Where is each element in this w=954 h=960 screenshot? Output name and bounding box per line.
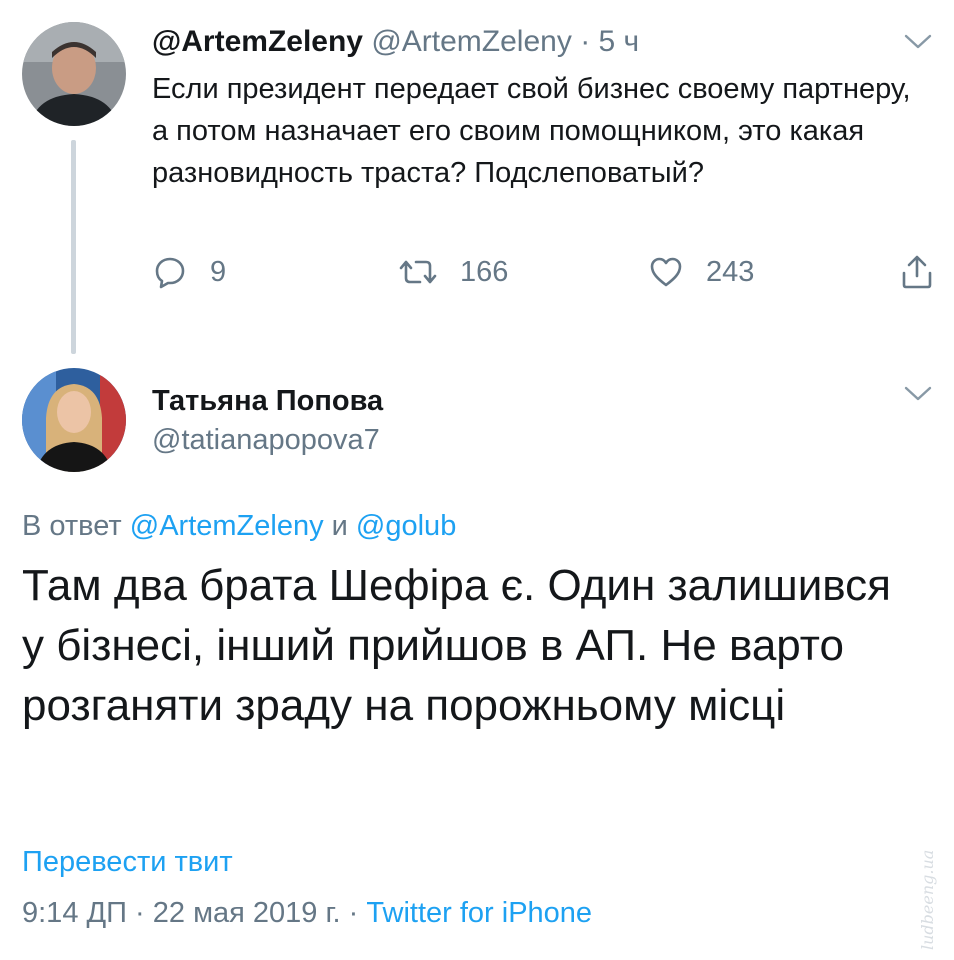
chevron-down-icon[interactable] bbox=[903, 32, 933, 52]
tweet2-display-name[interactable]: Татьяна Попова bbox=[152, 383, 383, 419]
watermark: ludbeeng.ua bbox=[918, 849, 937, 950]
tweet1-separator: · bbox=[580, 25, 591, 58]
reply-icon bbox=[152, 254, 188, 290]
reply-prefix: В ответ bbox=[22, 510, 122, 542]
reply-context: В ответ @ArtemZeleny и @golub bbox=[22, 508, 456, 544]
meta-separator: · bbox=[348, 897, 359, 929]
chevron-down-icon[interactable] bbox=[903, 384, 933, 404]
tweet2-metadata: 9:14 ДП · 22 мая 2019 г. · Twitter for i… bbox=[22, 895, 592, 931]
tweet2-source-link[interactable]: Twitter for iPhone bbox=[366, 897, 592, 929]
avatar-tatianapopova[interactable] bbox=[22, 368, 126, 472]
meta-separator: · bbox=[135, 897, 145, 929]
like-count: 243 bbox=[706, 255, 755, 288]
tweet1-display-name[interactable]: @ArtemZeleny bbox=[152, 25, 363, 58]
share-icon bbox=[900, 254, 934, 290]
reply-count: 9 bbox=[210, 255, 227, 288]
tweet1-header: @ArtemZeleny @ArtemZeleny · 5 ч bbox=[152, 24, 639, 60]
reply-mention-artemzeleny[interactable]: @ArtemZeleny bbox=[130, 510, 324, 542]
reply-mention-golub[interactable]: @golub bbox=[356, 510, 456, 542]
share-button[interactable] bbox=[900, 252, 934, 292]
avatar-artemzeleny[interactable] bbox=[22, 22, 126, 126]
retweet-icon bbox=[398, 254, 438, 290]
tweet2-handle[interactable]: @tatianapopova7 bbox=[152, 422, 380, 458]
tweet2-time: 9:14 ДП bbox=[22, 897, 127, 929]
tweet2-date: 22 мая 2019 г. bbox=[152, 897, 341, 929]
tweet1-actions: 9 166 243 bbox=[152, 252, 932, 292]
heart-icon bbox=[648, 254, 684, 290]
tweet2-text: Там два брата Шефіра є. Один залишився у… bbox=[22, 561, 891, 730]
translate-tweet-link[interactable]: Перевести твит bbox=[22, 844, 233, 880]
reply-button[interactable]: 9 bbox=[152, 252, 226, 292]
tweet1-text: Если президент передает свой бизнес свое… bbox=[152, 73, 911, 189]
retweet-count: 166 bbox=[460, 255, 509, 288]
reply-conjunction: и bbox=[331, 510, 348, 542]
thread-connector bbox=[71, 140, 76, 354]
like-button[interactable]: 243 bbox=[648, 252, 754, 292]
tweet1-time[interactable]: 5 ч bbox=[599, 25, 640, 58]
retweet-button[interactable]: 166 bbox=[398, 252, 508, 292]
tweet1-handle[interactable]: @ArtemZeleny bbox=[371, 25, 572, 58]
